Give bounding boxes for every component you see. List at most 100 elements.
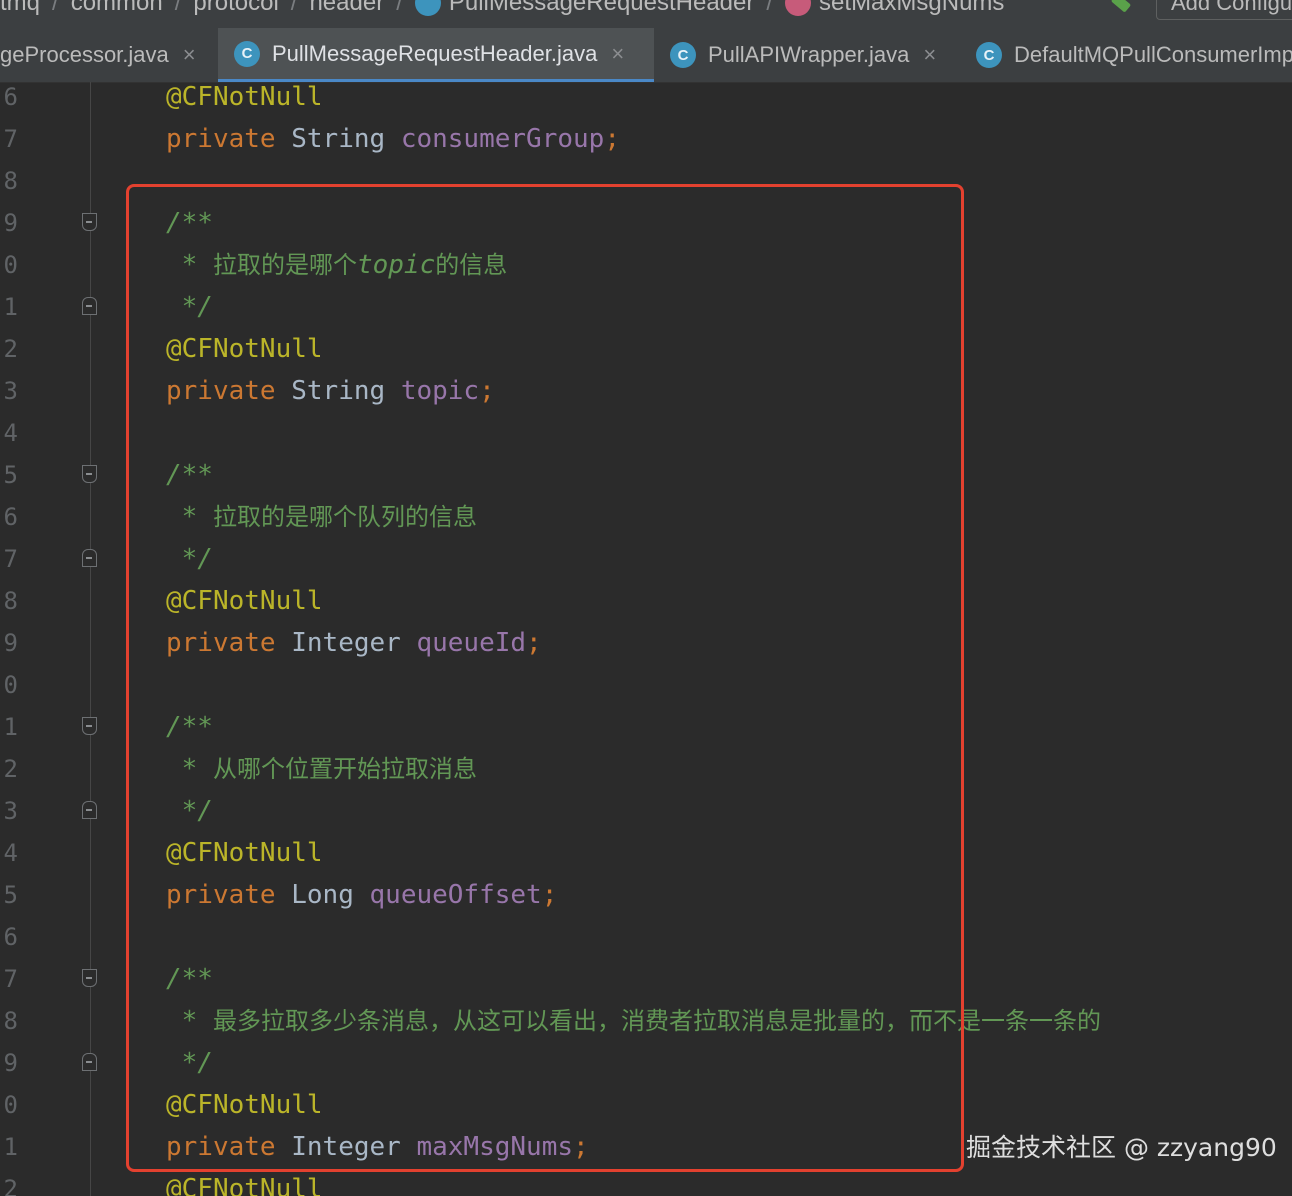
code-line: 1 /**	[0, 706, 1292, 748]
line-number: 7	[3, 125, 18, 153]
code-line: 3 private String topic;	[0, 370, 1292, 412]
line-number: 2	[3, 1175, 18, 1196]
code-line: 8	[0, 160, 1292, 202]
annotation: @CFNotNull	[166, 1090, 323, 1120]
code-line: 7 private String consumerGroup;	[0, 118, 1292, 160]
code-line: 9 /**	[0, 202, 1292, 244]
breadcrumb-item-class[interactable]: PullMessageRequestHeader	[449, 0, 755, 17]
code-line: 2 @CFNotNull	[0, 1168, 1292, 1196]
fold-end-icon[interactable]	[82, 1053, 97, 1071]
code-line: 8 * 最多拉取多少条消息，从这可以看出，消费者拉取消息是批量的，而不是一条一条…	[0, 1000, 1292, 1042]
fold-collapse-icon[interactable]	[82, 717, 97, 735]
code-line: 2 * 从哪个位置开始拉取消息	[0, 748, 1292, 790]
method-icon	[785, 0, 812, 16]
line-number: 2	[3, 335, 18, 363]
code-line: 4 @CFNotNull	[0, 832, 1292, 874]
fold-collapse-icon[interactable]	[82, 213, 97, 231]
line-number: 1	[3, 713, 18, 741]
breadcrumb-item-header[interactable]: header	[309, 0, 384, 17]
breadcrumb-item-tmq[interactable]: tmq	[0, 0, 40, 17]
line-number: 9	[3, 209, 18, 237]
breadcrumb-item-method[interactable]: setMaxMsgNums	[819, 0, 1004, 17]
line-number: 4	[3, 839, 18, 867]
tab-close-icon[interactable]: ×	[611, 41, 624, 67]
line-number: 6	[3, 503, 18, 531]
tab-message-processor[interactable]: geProcessor.java ×	[0, 28, 218, 82]
line-number: 3	[3, 377, 18, 405]
line-number: 9	[3, 629, 18, 657]
build-hammer-icon[interactable]	[1110, 0, 1132, 13]
code-line: 2 @CFNotNull	[0, 328, 1292, 370]
line-number: 5	[3, 461, 18, 489]
breadcrumb-item-protocol[interactable]: protocol	[193, 0, 278, 17]
fold-collapse-icon[interactable]	[82, 465, 97, 483]
tab-label: DefaultMQPullConsumerImp	[1014, 42, 1292, 67]
code-line: 5 private Long queueOffset;	[0, 874, 1292, 916]
line-number: 6	[3, 923, 18, 951]
line-number: 8	[3, 167, 18, 195]
line-number: 8	[3, 1007, 18, 1035]
line-number: 7	[3, 965, 18, 993]
annotation: @CFNotNull	[166, 586, 323, 616]
code-line: 4	[0, 412, 1292, 454]
code-line: 7 */	[0, 538, 1292, 580]
line-number: 4	[3, 419, 18, 447]
breadcrumb-item-common[interactable]: common	[71, 0, 163, 17]
fold-end-icon[interactable]	[82, 549, 97, 567]
tab-label: PullMessageRequestHeader.java	[272, 40, 598, 66]
add-configuration-button[interactable]: Add Configu	[1156, 0, 1292, 20]
annotation: @CFNotNull	[166, 334, 323, 364]
tab-label: PullAPIWrapper.java	[708, 42, 910, 67]
fold-collapse-icon[interactable]	[82, 969, 97, 987]
tab-label: geProcessor.java	[0, 42, 169, 67]
breadcrumb-separator: /	[290, 0, 298, 16]
tab-pull-message-request-header[interactable]: C PullMessageRequestHeader.java ×	[218, 28, 654, 82]
line-number: 5	[3, 881, 18, 909]
doc-comment: */	[166, 796, 213, 826]
doc-comment: * 拉取的是哪个队列的信息	[166, 502, 477, 532]
breadcrumb-separator: /	[52, 0, 59, 16]
line-number: 9	[3, 1049, 18, 1077]
annotation: @CFNotNull	[166, 838, 323, 868]
tab-close-icon[interactable]: ×	[183, 42, 196, 68]
code-editor[interactable]: 6 @CFNotNull 7 private String consumerGr…	[0, 82, 1292, 1196]
watermark: 掘金技术社区 @ zzyang90	[966, 1133, 1277, 1162]
line-number: 7	[3, 545, 18, 573]
doc-comment: * 从哪个位置开始拉取消息	[166, 754, 477, 784]
code-line: 0 @CFNotNull	[0, 1084, 1292, 1126]
class-icon: C	[976, 42, 1002, 68]
line-number: 0	[3, 671, 18, 699]
fold-end-icon[interactable]	[82, 297, 97, 315]
line-number: 2	[3, 755, 18, 783]
editor-tab-bar: geProcessor.java × C PullMessageRequestH…	[0, 28, 1292, 83]
doc-comment: /**	[166, 964, 213, 994]
line-number: 1	[3, 1133, 18, 1161]
field-declaration: private String consumerGroup;	[166, 124, 620, 154]
field-declaration: private Long queueOffset;	[166, 880, 558, 910]
doc-comment: /**	[166, 712, 213, 742]
code-line: 6	[0, 916, 1292, 958]
line-number: 1	[3, 293, 18, 321]
code-line: 9 private Integer queueId;	[0, 622, 1292, 664]
doc-comment: * 拉取的是哪个topic的信息	[166, 250, 508, 280]
doc-comment: * 最多拉取多少条消息，从这可以看出，消费者拉取消息是批量的，而不是一条一条的	[166, 1006, 1101, 1036]
fold-end-icon[interactable]	[82, 801, 97, 819]
code-line: 6 * 拉取的是哪个队列的信息	[0, 496, 1292, 538]
tab-close-icon[interactable]: ×	[923, 42, 936, 68]
doc-comment: */	[166, 1048, 213, 1078]
doc-comment: */	[166, 292, 213, 322]
tab-pull-api-wrapper[interactable]: C PullAPIWrapper.java ×	[654, 28, 960, 82]
doc-comment: */	[166, 544, 213, 574]
doc-comment: /**	[166, 460, 213, 490]
field-declaration: private Integer queueId;	[166, 628, 542, 658]
code-line: 6 @CFNotNull	[0, 82, 1292, 118]
code-line: 9 */	[0, 1042, 1292, 1084]
line-number: 0	[3, 251, 18, 279]
field-declaration: private String topic;	[166, 376, 495, 406]
code-line: 3 */	[0, 790, 1292, 832]
breadcrumb: tmq / common / protocol / header / PullMessageRe…	[0, 0, 1292, 28]
code-line: 7 /**	[0, 958, 1292, 1000]
code-line: 0 * 拉取的是哪个topic的信息	[0, 244, 1292, 286]
line-number: 8	[3, 587, 18, 615]
tab-default-mq-pull-consumer-impl[interactable]: C DefaultMQPullConsumerImp	[960, 28, 1292, 82]
